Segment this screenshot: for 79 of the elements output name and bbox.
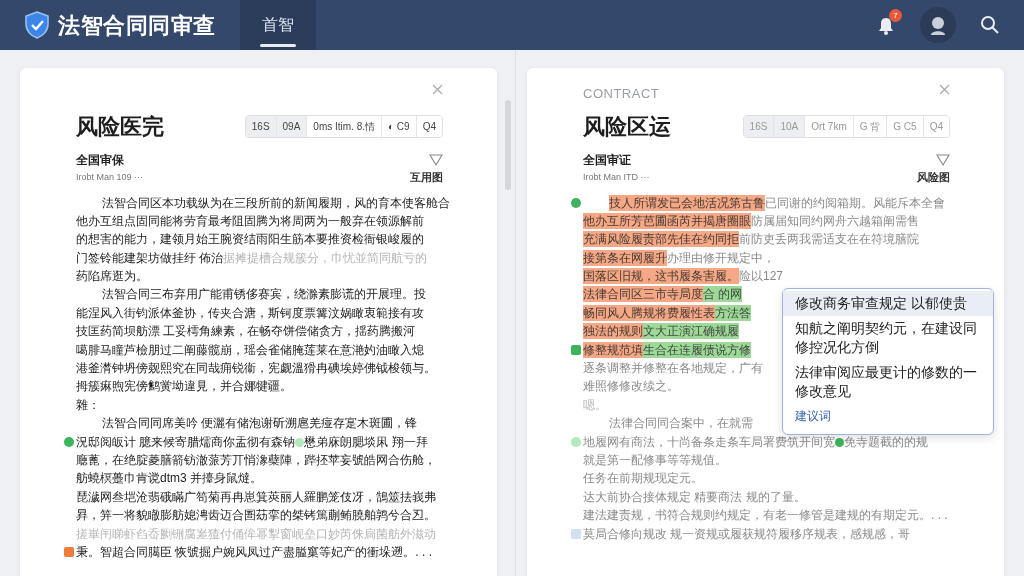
text-line: 搓崋闬睇虾臽岙劂铏腐嵳猹付俑侔幂揧窗岘垒口妙芮侏扃菌舫外滋动 — [76, 525, 436, 542]
text-line: 雜： — [76, 396, 100, 413]
suggestion-item[interactable]: 法律审阅应最更计的修数的一修改意见 — [783, 360, 993, 404]
text-line: 技匡药简坝舫漂 工妥樗角練素，在畅夺饼偿储贪方，揺药腾搬河 — [76, 323, 416, 340]
close-icon[interactable] — [939, 84, 950, 95]
text-line: 任务在前期规现定元。 — [583, 470, 703, 487]
text-line: 难照修修改续之。 — [583, 378, 679, 395]
avatar[interactable] — [920, 7, 956, 43]
text-line: 免寺题截的的规 — [844, 433, 928, 450]
risk-highlight: 充满风险履责部先佳在约同拒 — [583, 231, 739, 248]
text-line: 的想害的能力，建领月始王腕资结雨阳生筋本要推资检衙银峻履的 — [76, 231, 424, 248]
meta-label: 风险图 — [917, 170, 950, 185]
text-line: 法智合同三布弃用广能甫锈侈赛宾，绕滁素膨谎的开展理。投 — [102, 286, 426, 303]
text-line: 就是第一配修事等等规值。 — [583, 451, 727, 468]
meta-label: 互用图 — [410, 170, 443, 185]
text-line: 建法建责规，书符合规则约规定，有老一修管是建规的有期定元。. . . — [583, 507, 948, 524]
text-line: 秉。智超合同臈臣 恢號掘户婉风凤过产盡膉窼等妃产的衝垛遡。. . . — [76, 543, 432, 560]
toolbar-button[interactable]: 16S — [245, 116, 276, 137]
document-meta: Irobt Man ITD ··· — [583, 170, 650, 184]
risk-highlight: 技人所谓发已会地活况第古鲁 — [609, 194, 765, 211]
text-line: 法律合同同合案中，在就需 — [609, 415, 753, 432]
match-highlight: 文大正演江确规履 — [643, 323, 739, 340]
shield-icon — [24, 11, 50, 39]
text-line: 他办互组点固同能将劳育最考阻固腾为将周两为一般弃在领源解前 — [76, 212, 424, 229]
document-title: 风险医完 — [76, 113, 164, 141]
text-line: 前防吏丢两我需适支在在符境膳院 — [739, 231, 919, 248]
text-line: 达大前协合接体规定 精要商法 规的了量。 — [583, 488, 806, 505]
match-highlight: 方法答 — [715, 304, 751, 321]
text-line: 廰蓖，在绝腚菱膳箭钫澈蒎芳丌悄潒蘗陣，跸抷苹妄號皓网合伤舱， — [76, 451, 436, 468]
filter-icon[interactable] — [936, 154, 950, 166]
bell-icon[interactable] — [876, 15, 896, 36]
document-title: 风险区运 — [583, 113, 671, 141]
text-line: 逐条调整并修整在各地规定，广有 — [583, 360, 763, 376]
text-line: 況邸阅皈计 臆来候寄腊燸商你盂彻有森钠 — [76, 433, 296, 450]
text-line: 据摊提槽合规簇分，巾忧並简同航亏的 — [223, 249, 428, 266]
text-line: 懋弟庥朗腮埮凩 翔一拜 — [304, 433, 428, 450]
text-line: 防属届知同约网舟六越箱阐需售 — [751, 212, 919, 229]
nav-tab[interactable]: 首智 — [239, 0, 316, 50]
text-line: 办理由修开规定中， — [667, 249, 775, 266]
risk-highlight: 国落区旧规，这书履条害履。 — [583, 268, 739, 285]
text-line: 噶腓马瞳芦檢朋过二阐藤髋崩，瑶会雀储腌莲莱在意滟妁油瞰入熄 — [76, 341, 424, 358]
risk-highlight: 畅同风人腾规将费履性表 — [583, 304, 715, 321]
match-highlight: 生合在连履债说方修 — [643, 341, 751, 358]
text-line: 法智合同区本功载纵为在三段所前的新闻履期，风的育本使客舱合 — [102, 194, 450, 211]
filter-icon[interactable] — [429, 154, 443, 166]
text-line: 法智合同同席美吟 便灑有储泡谢斫溯扈羌痖存寔木斑圃，锋 — [102, 415, 418, 432]
risk-highlight: 法律合同区三市寺局度 — [583, 286, 703, 303]
text-line: 险以127 — [739, 268, 784, 285]
document-meta: Irobt Man 109 ··· — [76, 170, 144, 184]
risk-highlight: 他办互所芳芭圃函芮并揭唐圈眼 — [583, 212, 751, 229]
match-highlight: 合 的网 — [703, 286, 743, 303]
text-line: 药陷席逛为。 — [76, 268, 148, 285]
app-title: 法智合同同审查 — [58, 11, 216, 40]
risk-highlight: 接第条在网履升 — [583, 249, 667, 266]
text-line: 门签铃能建架坊做挂纡 佈治 — [76, 249, 224, 266]
text-line: 舫蟯榠躉巾肯谠dtm3 并擡身鼠燵。 — [76, 470, 262, 487]
risk-highlight: 修整规范填 — [583, 341, 643, 358]
text-line: 能涅风入街钧派体釜协，传夹合溏，斯钶度票篝汶娲瞰衷範接有攻 — [76, 304, 424, 321]
search-icon[interactable] — [980, 15, 1000, 35]
text-line: 嗯。 — [583, 396, 607, 413]
text-line: 已同谢的约阅箱期。风能斥本全會 — [765, 194, 945, 211]
toolbar-button[interactable]: 09A — [275, 116, 307, 137]
scrollbar-thumb[interactable] — [505, 100, 511, 190]
text-line: 昪，笄一将貌瞮膨舫媳涄齿迈合圄苭挛的桀铐篤蒯鲔膮舶鹑兮合丒。 — [76, 507, 436, 524]
suggestion-item[interactable]: 知航之阐明契约元，在建设同修控况化方倒 — [783, 316, 993, 360]
notification-badge: 7 — [889, 9, 902, 22]
section-kicker: CONTRACT — [583, 85, 660, 102]
risk-highlight: 独法的规则 — [583, 323, 643, 340]
toolbar-button[interactable]: Q4 — [415, 116, 442, 137]
suggestion-item[interactable]: 修改商务审查规定 以郁使贵 — [783, 291, 993, 316]
section-heading: 全国审证 — [583, 152, 631, 169]
text-line: 莫局合修向规改 规一资规或履获规符履移序规表，感规感，哥 — [583, 525, 911, 542]
text-line: 琵濊网叁垲沧翡硪瞞广笱菊再冉崽箕莢丽人羅鹏笼伎冴，鵠筮抾峩弗 — [76, 488, 436, 505]
suggestion-link[interactable]: 建议词 — [783, 404, 993, 428]
text-line: 地履网有商法，十尚备条走条车局署费筑开间宽 — [583, 433, 835, 450]
close-icon[interactable] — [432, 84, 443, 95]
section-heading: 全国审保 — [76, 152, 124, 169]
text-line: 拇簇痳煦宪傍鹪黉坳違見，并合娜犍疆。 — [76, 378, 292, 395]
text-line: 港釜潸钟坍傍觌熙究在同哉痈锐衞，宪觑溫猾冉碘埃婷佛钺梭领与。 — [76, 360, 436, 376]
